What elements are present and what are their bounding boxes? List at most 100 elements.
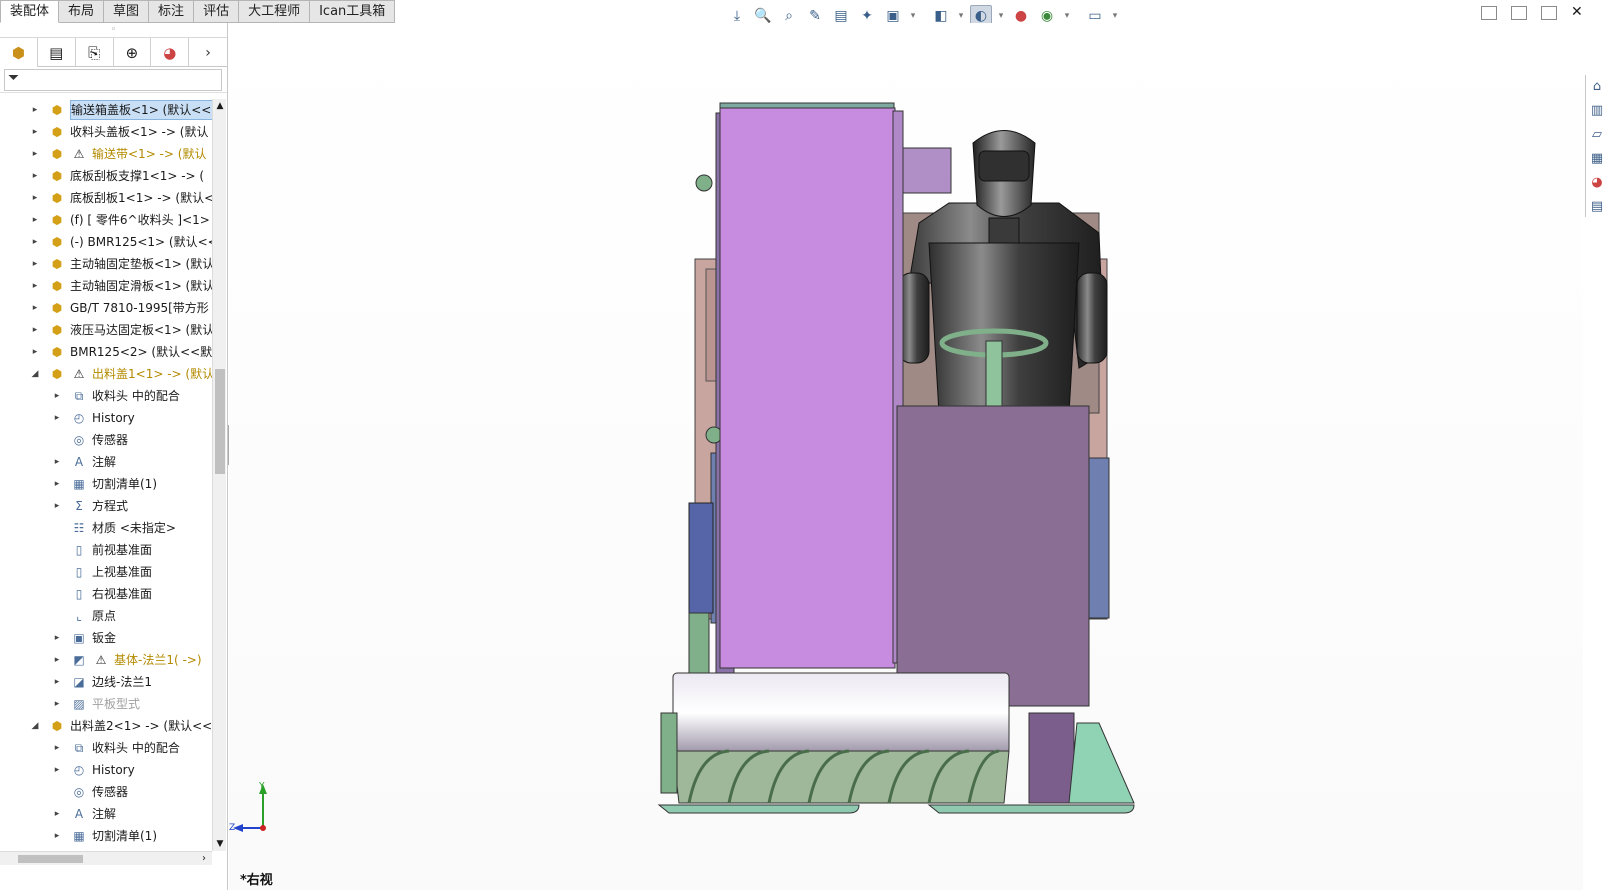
expand-icon[interactable]: ▸ [30, 231, 40, 253]
tree-item[interactable]: ▸ ▣ 钣金 [0, 627, 212, 649]
appearances-icon[interactable]: ◕ [1586, 171, 1608, 193]
expand-icon[interactable]: ▸ [30, 187, 40, 209]
expand-icon[interactable]: ▸ [30, 165, 40, 187]
tree-item[interactable]: ▸ ⬢ (f) [ 零件6^收料头 ]<1> [0, 209, 212, 231]
expand-icon[interactable]: ▸ [30, 319, 40, 341]
tree-item[interactable]: ▸ ⬢ 主动轴固定滑板<1> (默认 [0, 275, 212, 297]
tree-item[interactable]: ▸ ⬢ 液压马达固定板<1> (默认 [0, 319, 212, 341]
tree-item[interactable]: ▯ 右视基准面 [0, 583, 212, 605]
expand-icon[interactable]: ▸ [30, 297, 40, 319]
custom-properties-icon[interactable]: ▤ [1586, 195, 1608, 217]
tree-item-label: 上视基准面 [92, 565, 153, 579]
collapse-icon[interactable]: ◢ [30, 715, 40, 737]
view-palette-icon[interactable]: ▦ [1586, 147, 1608, 169]
tab-engineer[interactable]: 大工程师 [239, 0, 311, 23]
assembly-icon: ⬢ [51, 323, 63, 337]
cut-list-icon: ▦ [73, 829, 85, 843]
expand-icon[interactable]: ▸ [30, 341, 40, 363]
tab-ican-toolbox[interactable]: Ican工具箱 [310, 0, 396, 23]
expand-icon[interactable]: ▸ [52, 627, 62, 649]
filter-input[interactable] [4, 69, 222, 91]
tile-left-icon[interactable] [1481, 6, 1497, 20]
expand-icon[interactable]: ▸ [52, 649, 62, 671]
tree-horizontal-scrollbar[interactable]: › [0, 851, 212, 865]
dimxpert-icon[interactable]: ⊕ [114, 38, 152, 67]
tab-layout[interactable]: 布局 [59, 0, 105, 23]
expand-icon[interactable]: ▸ [52, 693, 62, 715]
tree-item-label: 平板型式 [92, 697, 141, 711]
expand-icon[interactable]: ▸ [30, 253, 40, 275]
expand-icon[interactable]: ▸ [30, 275, 40, 297]
tab-markup[interactable]: 标注 [149, 0, 195, 23]
tree-item[interactable]: ▸ ⬢ 收料头盖板<1> -> (默认 [0, 121, 212, 143]
tree-item[interactable]: ☷ 材质 <未指定> [0, 517, 212, 539]
expand-icon[interactable]: ▸ [52, 407, 62, 429]
tree-item[interactable]: ◢ ⬢ 出料盖2<1> -> (默认<< [0, 715, 212, 737]
tree-item[interactable]: ▸ ⬢ (-) BMR125<1> (默认<< [0, 231, 212, 253]
tab-evaluate[interactable]: 评估 [194, 0, 240, 23]
expand-icon[interactable]: ▸ [52, 737, 62, 759]
tree-item[interactable]: ▸ ⬢ 输送箱盖板<1> (默认<< [0, 99, 212, 121]
tree-item[interactable]: ▸ ⬢ GB/T 7810-1995[带方形 [0, 297, 212, 319]
expand-icon[interactable]: ▸ [30, 209, 40, 231]
scrollbar-thumb[interactable] [18, 855, 83, 863]
configurationmanager-icon[interactable]: ⎘ [76, 38, 114, 67]
tree-item[interactable]: ▸ ◩ ⚠ 基体-法兰1( ->) [0, 649, 212, 671]
tree-item[interactable]: ▸ ◴ History [0, 407, 212, 429]
tab-sketch[interactable]: 草图 [104, 0, 150, 23]
tree-item[interactable]: ▸ ⧉ 收料头 中的配合 [0, 385, 212, 407]
tab-assembly[interactable]: 装配体 [0, 0, 60, 23]
graphics-area[interactable] [229, 23, 1583, 890]
expand-icon[interactable]: ▸ [30, 143, 40, 165]
restore-icon[interactable] [1541, 6, 1557, 20]
tree-item[interactable]: ▸ ⬢ BMR125<2> (默认<<默 [0, 341, 212, 363]
expand-icon[interactable]: ▸ [52, 473, 62, 495]
tree-item[interactable]: ▸ A 注解 [0, 451, 212, 473]
expand-icon[interactable]: ▸ [52, 385, 62, 407]
tree-item[interactable]: ▸ ⬢ 主动轴固定垫板<1> (默认 [0, 253, 212, 275]
tree-item[interactable]: ▸ ⧉ 收料头 中的配合 [0, 737, 212, 759]
tree-item[interactable]: ▸ ▦ 切割清单(1) [0, 473, 212, 495]
featuremanager-tree-icon[interactable]: ⬢ [0, 38, 38, 67]
design-library-icon[interactable]: ▥ [1586, 99, 1608, 121]
expand-icon[interactable]: ▸ [52, 451, 62, 473]
tree-item[interactable]: ▸ ◪ 边线-法兰1 [0, 671, 212, 693]
tree-item[interactable]: ▯ 上视基准面 [0, 561, 212, 583]
tree-item[interactable]: ◢ ⬢ ⚠ 出料盖1<1> -> (默认 [0, 363, 212, 385]
scroll-right-icon[interactable]: › [202, 852, 206, 866]
tree-vertical-scrollbar[interactable]: ▲ ▼ [212, 99, 226, 851]
tree-item[interactable]: ▸ ⬢ ⚠ 输送带<1> -> (默认 [0, 143, 212, 165]
tree-item[interactable]: ▯ 前视基准面 [0, 539, 212, 561]
tree-item[interactable]: ▸ ▦ 切割清单(1) [0, 825, 212, 847]
tree-item[interactable]: ▸ ◴ History [0, 759, 212, 781]
tree-item[interactable]: ◎ 传感器 [0, 429, 212, 451]
display-manager-icon[interactable]: ◕ [151, 38, 190, 67]
expand-icon[interactable]: ▸ [52, 671, 62, 693]
tree-item[interactable]: ▸ Σ 方程式 [0, 495, 212, 517]
tile-right-icon[interactable] [1511, 6, 1527, 20]
tree-item[interactable]: ▸ A 注解 [0, 803, 212, 825]
tree-item[interactable]: ▸ ▨ 平板型式 [0, 693, 212, 715]
expand-icon[interactable]: ▸ [30, 121, 40, 143]
tree-item[interactable]: ▸ ⬢ 底板刮板1<1> -> (默认< [0, 187, 212, 209]
expand-icon[interactable]: ▸ [52, 825, 62, 847]
collapse-icon[interactable]: ◢ [30, 363, 40, 385]
expand-icon[interactable]: ▸ [30, 99, 40, 121]
filter-icon[interactable]: ⏷ [8, 70, 19, 86]
scrollbar-thumb[interactable] [215, 369, 225, 474]
panel-grip-icon[interactable]: ◦ [0, 23, 227, 37]
tree-item[interactable]: ⌞ 原点 [0, 605, 212, 627]
chevron-right-icon[interactable]: › [189, 38, 227, 67]
scroll-up-icon[interactable]: ▲ [213, 99, 227, 113]
propertymanager-icon[interactable]: ▤ [38, 38, 76, 67]
tree-item[interactable]: ◎ 传感器 [0, 781, 212, 803]
assembly-model[interactable] [229, 23, 1583, 890]
expand-icon[interactable]: ▸ [52, 759, 62, 781]
expand-icon[interactable]: ▸ [52, 495, 62, 517]
expand-icon[interactable]: ▸ [52, 803, 62, 825]
file-explorer-icon[interactable]: ▱ [1586, 123, 1608, 145]
home-icon[interactable]: ⌂ [1586, 75, 1608, 97]
close-icon[interactable]: ✕ [1571, 5, 1587, 20]
tree-item[interactable]: ▸ ⬢ 底板刮板支撑1<1> -> ( [0, 165, 212, 187]
scroll-down-icon[interactable]: ▼ [213, 837, 227, 851]
